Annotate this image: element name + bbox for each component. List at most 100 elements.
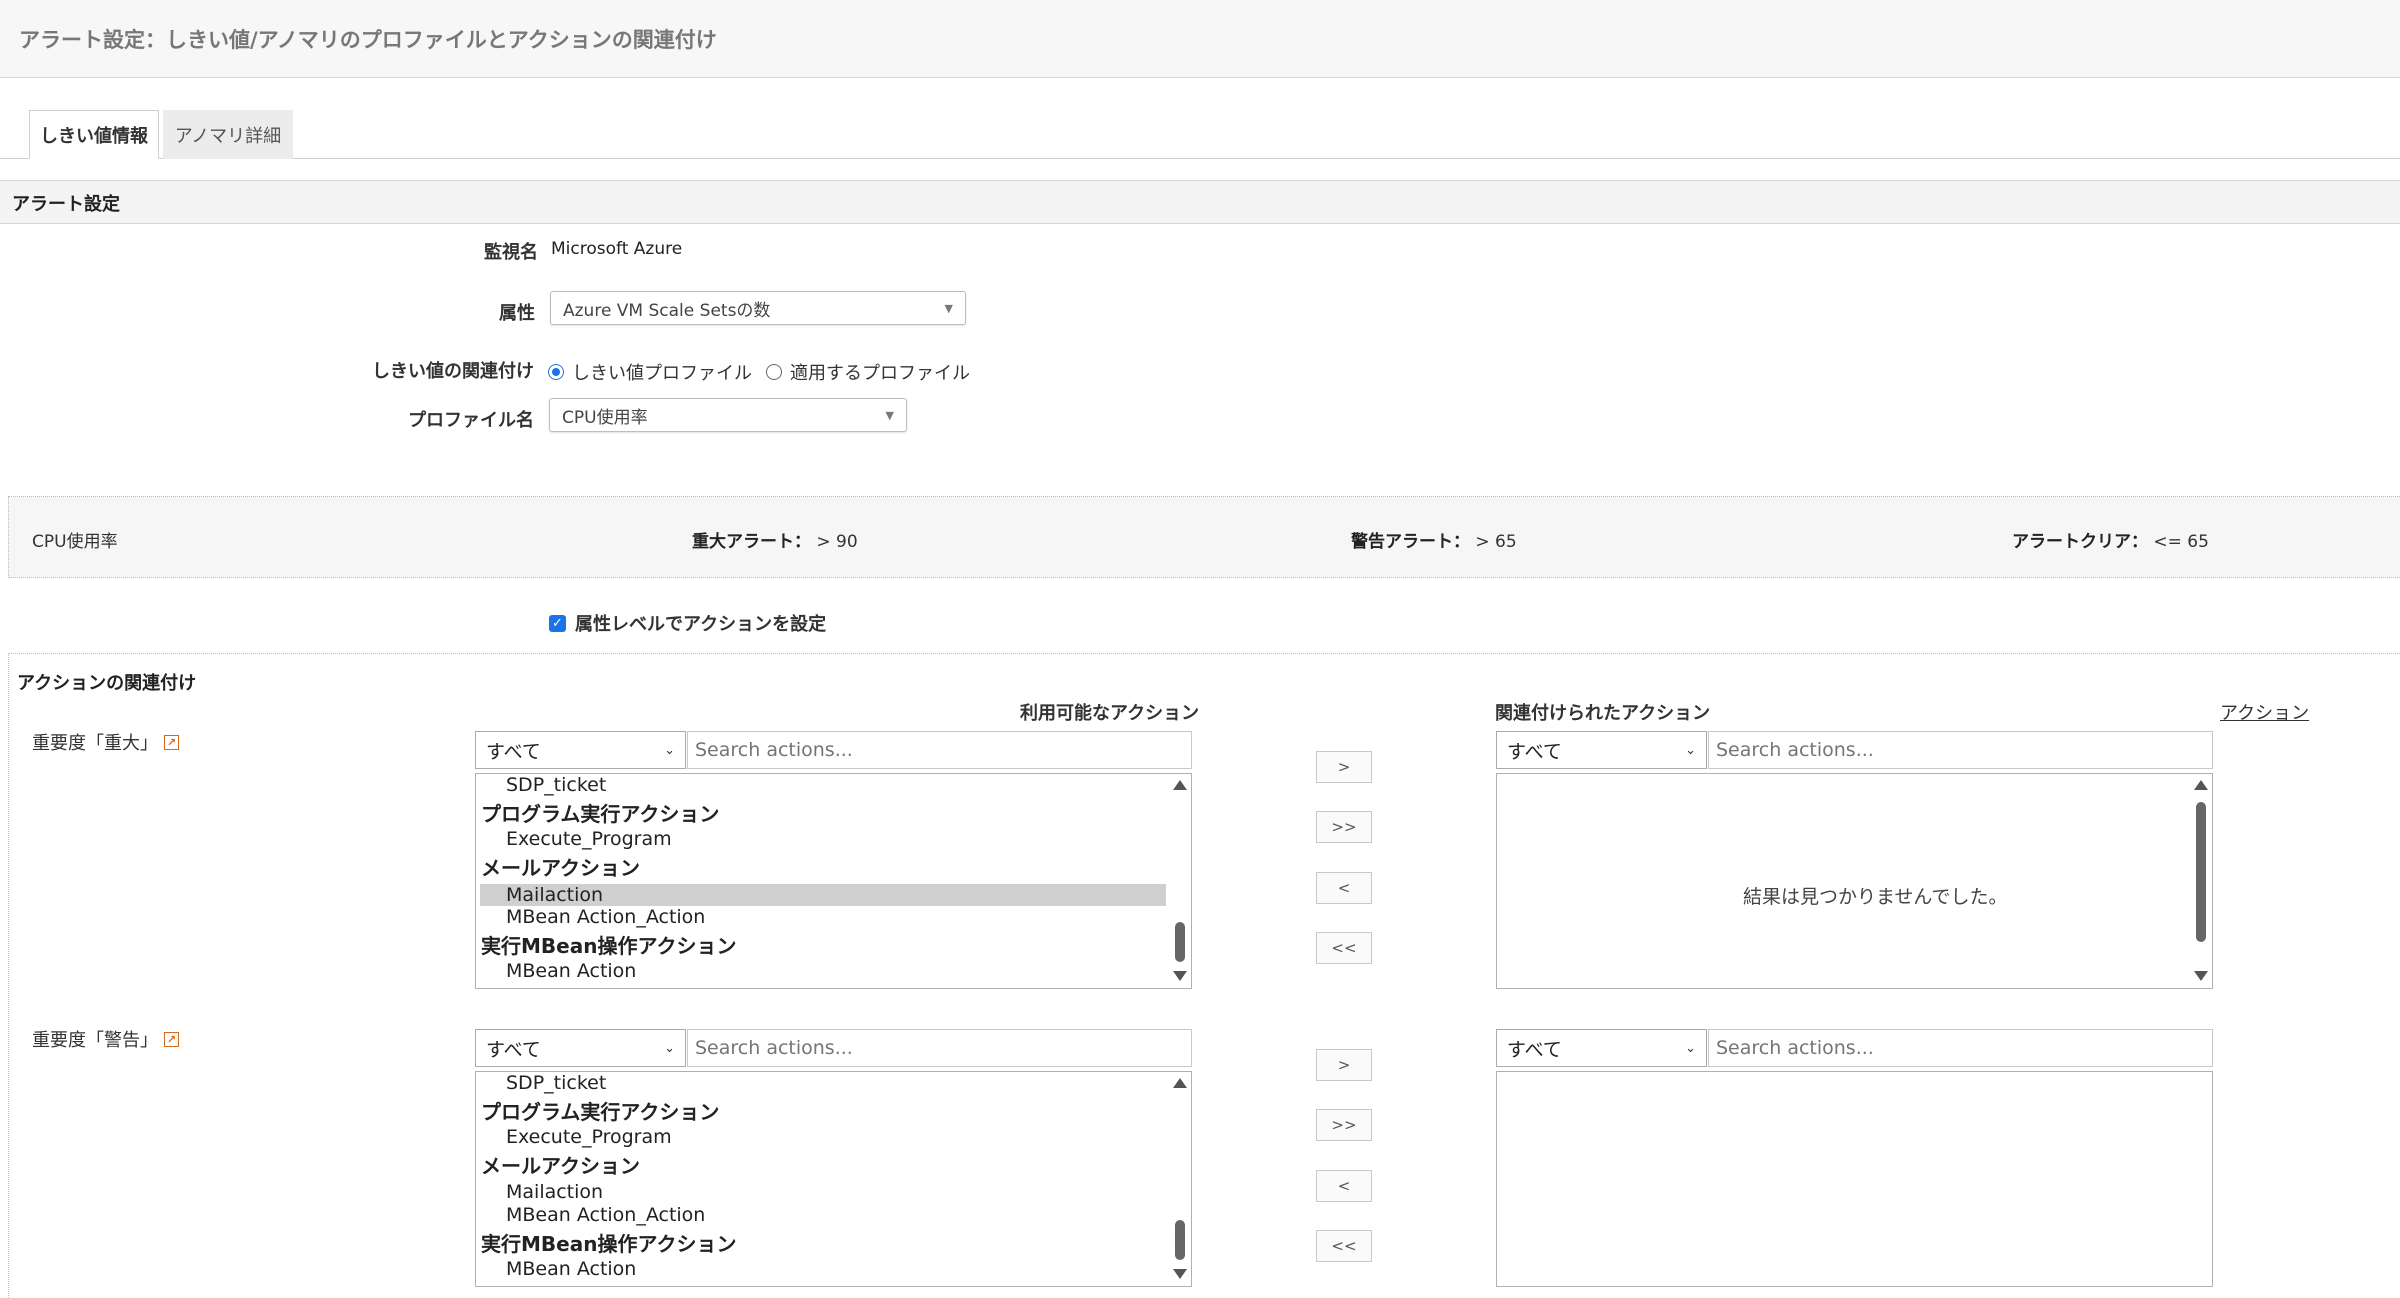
list-item[interactable]: MBean Action_Action — [506, 1204, 705, 1226]
profile-name-label: プロファイル名 — [408, 410, 534, 431]
threshold-association-label: しきい値の関連付け — [372, 361, 534, 382]
chevron-down-icon: ⌄ — [1685, 742, 1696, 758]
associated-filter-select[interactable]: すべて ⌄ — [1496, 731, 1707, 769]
move-left-button[interactable]: < — [1316, 872, 1372, 904]
associated-actions-list[interactable]: 結果は見つかりませんでした。 — [1496, 773, 2213, 989]
associated-search-input[interactable]: Search actions... — [1708, 1029, 2213, 1067]
list-group-header: プログラム実行アクション — [481, 1100, 720, 1124]
radio-threshold-profile-label: しきい値プロファイル — [572, 363, 752, 384]
search-placeholder: Search actions... — [1716, 1037, 1874, 1059]
move-all-right-button[interactable]: >> — [1316, 1109, 1372, 1141]
warning-threshold: 警告アラート： > 65 — [1351, 527, 1517, 552]
filter-select-value: すべて — [1507, 740, 1562, 763]
clear-threshold: アラートクリア： <= 65 — [2012, 527, 2209, 552]
scroll-up-icon[interactable] — [1173, 1078, 1187, 1088]
list-item[interactable]: Execute_Program — [506, 828, 672, 850]
available-filter-select[interactable]: すべて ⌄ — [475, 1029, 686, 1067]
search-placeholder: Search actions... — [695, 739, 853, 761]
search-placeholder: Search actions... — [1716, 739, 1874, 761]
actions-link[interactable]: アクション — [2220, 699, 2309, 725]
section-divider — [8, 653, 2400, 654]
scroll-up-icon[interactable] — [2194, 780, 2208, 790]
list-item[interactable]: MBean Action — [506, 1258, 636, 1280]
scrollbar-thumb[interactable] — [1175, 922, 1185, 962]
tab-threshold-info[interactable]: しきい値情報 — [29, 110, 159, 159]
critical-threshold: 重大アラート： > 90 — [692, 527, 858, 552]
critical-value: > 90 — [816, 532, 858, 552]
chevron-down-icon: ⌄ — [664, 742, 675, 758]
list-item-selected[interactable]: Mailaction — [480, 884, 1166, 906]
associated-actions-header: 関連付けられたアクション — [1495, 703, 1711, 724]
list-item[interactable]: Mailaction — [506, 1181, 603, 1203]
profile-name-select[interactable]: CPU使用率 ▼ — [549, 398, 907, 432]
list-group-header: メールアクション — [481, 1154, 640, 1178]
scrollbar-thumb[interactable] — [2196, 802, 2206, 942]
filter-select-value: すべて — [486, 1038, 541, 1061]
external-link-icon[interactable]: ↗ — [164, 1031, 179, 1047]
list-group-header: プログラム実行アクション — [481, 802, 720, 826]
tab-divider — [0, 158, 2400, 159]
tab-anomaly-details[interactable]: アノマリ詳細 — [163, 110, 293, 159]
chevron-down-icon: ⌄ — [664, 1040, 675, 1056]
list-group-header: 実行MBean操作アクション — [481, 934, 737, 958]
monitor-name-value: Microsoft Azure — [551, 239, 683, 259]
external-link-icon[interactable]: ↗ — [164, 734, 179, 750]
clear-value: <= 65 — [2153, 532, 2209, 552]
dropdown-arrow-icon: ▼ — [885, 408, 894, 422]
severity-critical-text: 重要度「重大」 — [32, 733, 158, 754]
radio-button-selected[interactable] — [548, 364, 564, 380]
scroll-down-icon[interactable] — [1173, 1269, 1187, 1279]
move-left-button[interactable]: < — [1316, 1170, 1372, 1202]
list-item[interactable]: MBean Action — [506, 960, 636, 982]
filter-select-value: すべて — [486, 740, 541, 763]
radio-applied-profile[interactable]: 適用するプロファイル — [766, 359, 970, 385]
severity-warning-text: 重要度「警告」 — [32, 1030, 158, 1051]
associated-search-input[interactable]: Search actions... — [1708, 731, 2213, 769]
attribute-select[interactable]: Azure VM Scale Setsの数 ▼ — [550, 291, 966, 325]
action-association-title: アクションの関連付け — [17, 673, 197, 694]
list-item[interactable]: Execute_Program — [506, 1126, 672, 1148]
attribute-level-action-checkbox[interactable]: ✓ 属性レベルでアクションを設定 — [549, 610, 826, 636]
scrollbar[interactable] — [1170, 774, 1190, 988]
scrollbar[interactable] — [2191, 774, 2211, 988]
severity-critical-label: 重要度「重大」 ↗ — [32, 729, 179, 755]
warning-value: > 65 — [1475, 532, 1517, 552]
checkbox-checked-icon[interactable]: ✓ — [549, 614, 566, 632]
available-search-input[interactable]: Search actions... — [687, 1029, 1192, 1067]
warning-label: 警告アラート： — [1351, 532, 1470, 552]
available-filter-select[interactable]: すべて ⌄ — [475, 731, 686, 769]
monitor-name-label: 監視名 — [484, 242, 538, 263]
attribute-select-value: Azure VM Scale Setsの数 — [563, 300, 771, 321]
severity-warning-label: 重要度「警告」 ↗ — [32, 1026, 179, 1052]
move-all-left-button[interactable]: << — [1316, 1230, 1372, 1262]
attribute-label: 属性 — [499, 303, 535, 324]
radio-applied-profile-label: 適用するプロファイル — [790, 363, 970, 384]
list-item[interactable]: SDP_ticket — [506, 774, 606, 796]
section-left-border — [8, 653, 9, 1298]
move-all-left-button[interactable]: << — [1316, 932, 1372, 964]
section-header-bar — [0, 180, 2400, 224]
move-right-button[interactable]: > — [1316, 1049, 1372, 1081]
profile-name-select-value: CPU使用率 — [562, 407, 648, 428]
associated-filter-select[interactable]: すべて ⌄ — [1496, 1029, 1707, 1067]
scrollbar[interactable] — [1170, 1072, 1190, 1286]
move-all-right-button[interactable]: >> — [1316, 811, 1372, 843]
list-item[interactable]: SDP_ticket — [506, 1072, 606, 1094]
profile-summary-name: CPU使用率 — [32, 532, 118, 552]
radio-threshold-profile[interactable]: しきい値プロファイル — [548, 359, 752, 385]
list-item[interactable]: MBean Action_Action — [506, 906, 705, 928]
filter-select-value: すべて — [1507, 1038, 1562, 1061]
available-actions-header: 利用可能なアクション — [1020, 703, 1200, 724]
scroll-down-icon[interactable] — [1173, 971, 1187, 981]
scrollbar-thumb[interactable] — [1175, 1220, 1185, 1260]
available-search-input[interactable]: Search actions... — [687, 731, 1192, 769]
move-right-button[interactable]: > — [1316, 751, 1372, 783]
available-actions-list[interactable]: SDP_ticket プログラム実行アクション Execute_Program … — [475, 773, 1192, 989]
list-group-header: 実行MBean操作アクション — [481, 1232, 737, 1256]
scroll-down-icon[interactable] — [2194, 971, 2208, 981]
empty-results-message: 結果は見つかりませんでした。 — [1743, 886, 2008, 908]
available-actions-list[interactable]: SDP_ticket プログラム実行アクション Execute_Program … — [475, 1071, 1192, 1287]
associated-actions-list[interactable] — [1496, 1071, 2213, 1287]
scroll-up-icon[interactable] — [1173, 780, 1187, 790]
radio-button[interactable] — [766, 364, 782, 380]
